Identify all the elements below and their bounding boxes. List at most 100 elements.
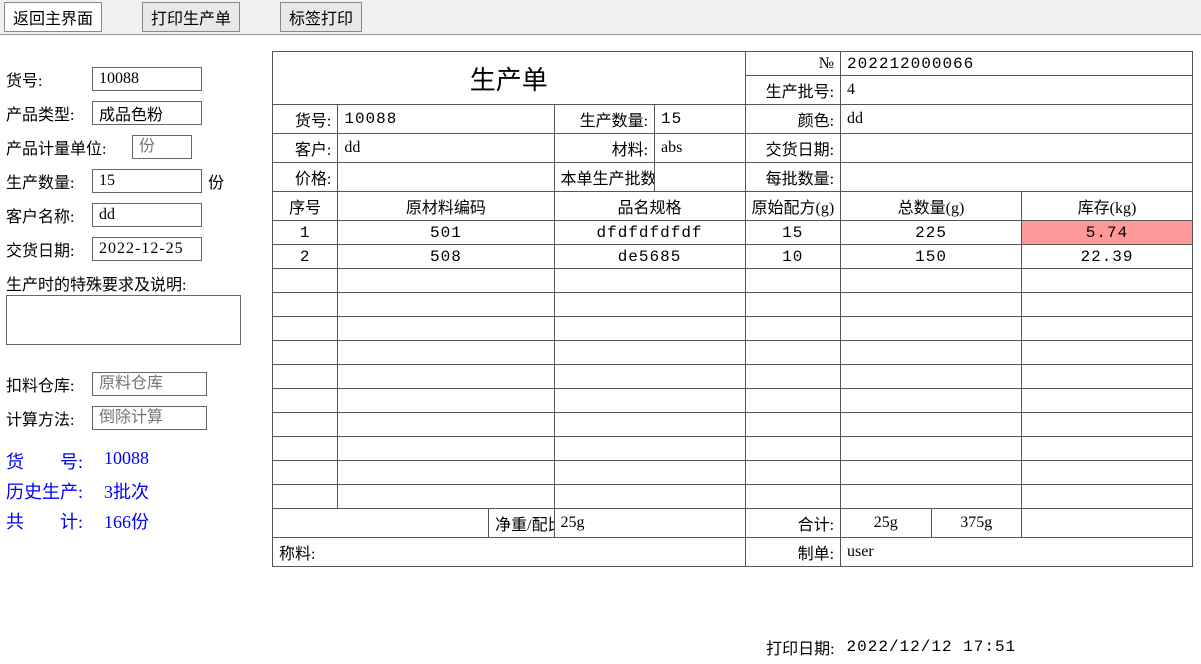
table-row: 2508de56851015022.39 [273,245,1193,269]
production-sheet: 生产单 № 202212000066 生产批号: 4 货号: 10088 生产数… [272,51,1193,661]
table-row [273,389,1193,413]
cell [1022,413,1193,437]
print-date-value: 2022/12/12 17:51 [841,633,1193,661]
delivery-input[interactable] [92,237,202,261]
cell [745,389,841,413]
back-button[interactable]: 返回主界面 [4,2,102,32]
cell [273,413,338,437]
footer-empty1 [273,509,489,538]
cell: 2 [273,245,338,269]
table-header-row: 序号 原材料编码 品名规格 原始配方(g) 总数量(g) 库存(kg) [273,192,1193,221]
cell [338,485,554,509]
sheet-batch-count-label: 本单生产批数: [554,163,655,192]
sheet-customer-label: 客户: [273,134,338,163]
summary-total-label: 共 计: [6,508,86,534]
cell [1022,461,1193,485]
cell [841,437,1022,461]
cell [1022,485,1193,509]
summary-product-no-label: 货 号: [6,448,86,474]
batch-label: 生产批号: [745,76,841,105]
product-no-label: 货号: [6,67,86,91]
cell: 10 [745,245,841,269]
calc-input[interactable] [92,406,207,430]
cell [745,413,841,437]
cell [338,365,554,389]
cell [745,293,841,317]
sheet-material-label: 材料: [554,134,655,163]
left-panel: 货号: 产品类型: 产品计量单位: 生产数量: 份 客户名称: 交货日期: 生产… [0,35,264,664]
cell: 15 [745,221,841,245]
print-order-button[interactable]: 打印生产单 [142,2,240,32]
notes-textarea[interactable] [6,295,241,345]
cell [338,461,554,485]
sheet-color-label: 颜色: [745,105,841,134]
cell [338,317,554,341]
table-row [273,461,1193,485]
product-type-input[interactable] [92,101,202,125]
cell [745,341,841,365]
cell [338,389,554,413]
maker-value: user [841,538,1193,567]
cell: 22.39 [1022,245,1193,269]
sheet-customer: dd [338,134,554,163]
th-code: 原材料编码 [338,192,554,221]
table-row [273,485,1193,509]
cell [338,293,554,317]
cell [338,437,554,461]
cell [1022,365,1193,389]
table-row: 1501dfdfdfdfdf152255.74 [273,221,1193,245]
customer-input[interactable] [92,203,202,227]
cell [1022,341,1193,365]
cell [1022,269,1193,293]
sheet-price-label: 价格: [273,163,338,192]
print-label-button[interactable]: 标签打印 [280,2,362,32]
net-label: 净重/配比: [489,509,554,538]
right-panel: 生产单 № 202212000066 生产批号: 4 货号: 10088 生产数… [264,35,1201,664]
calc-label: 计算方法: [6,406,86,430]
cell [273,485,338,509]
cell [554,269,745,293]
sheet-batch-count [655,163,745,192]
th-total-qty: 总数量(g) [841,192,1022,221]
table-row [273,365,1193,389]
cell [745,461,841,485]
net-value: 25g [554,509,745,538]
weigh-label: 称料: [273,538,746,567]
total-qty: 375g [931,509,1021,538]
sheet-delivery-label: 交货日期: [745,134,841,163]
cell [554,365,745,389]
footer-empty3 [273,633,746,661]
table-row [273,269,1193,293]
cell [841,317,1022,341]
table-row [273,341,1193,365]
qty-input[interactable] [92,169,202,193]
summary-total: 共 计: 166份 [6,508,258,534]
table-row [273,437,1193,461]
total-label: 合计: [745,509,841,538]
cell [554,293,745,317]
cell [554,437,745,461]
sheet-price [338,163,554,192]
product-type-label: 产品类型: [6,101,86,125]
product-no-input[interactable] [92,67,202,91]
cell [841,341,1022,365]
th-stock: 库存(kg) [1022,192,1193,221]
order-no-label: № [745,52,841,76]
maker-label: 制单: [745,538,841,567]
warehouse-input[interactable] [92,372,207,396]
order-no-value: 202212000066 [841,52,1193,76]
table-row [273,413,1193,437]
cell [745,437,841,461]
unit-input[interactable] [132,135,192,159]
qty-unit: 份 [208,169,224,193]
cell [273,461,338,485]
cell [1022,389,1193,413]
sheet-product-no: 10088 [338,105,554,134]
cell [554,389,745,413]
cell [273,341,338,365]
sheet-material: abs [655,134,745,163]
cell [745,317,841,341]
cell [841,389,1022,413]
cell [1022,437,1193,461]
table-row [273,317,1193,341]
